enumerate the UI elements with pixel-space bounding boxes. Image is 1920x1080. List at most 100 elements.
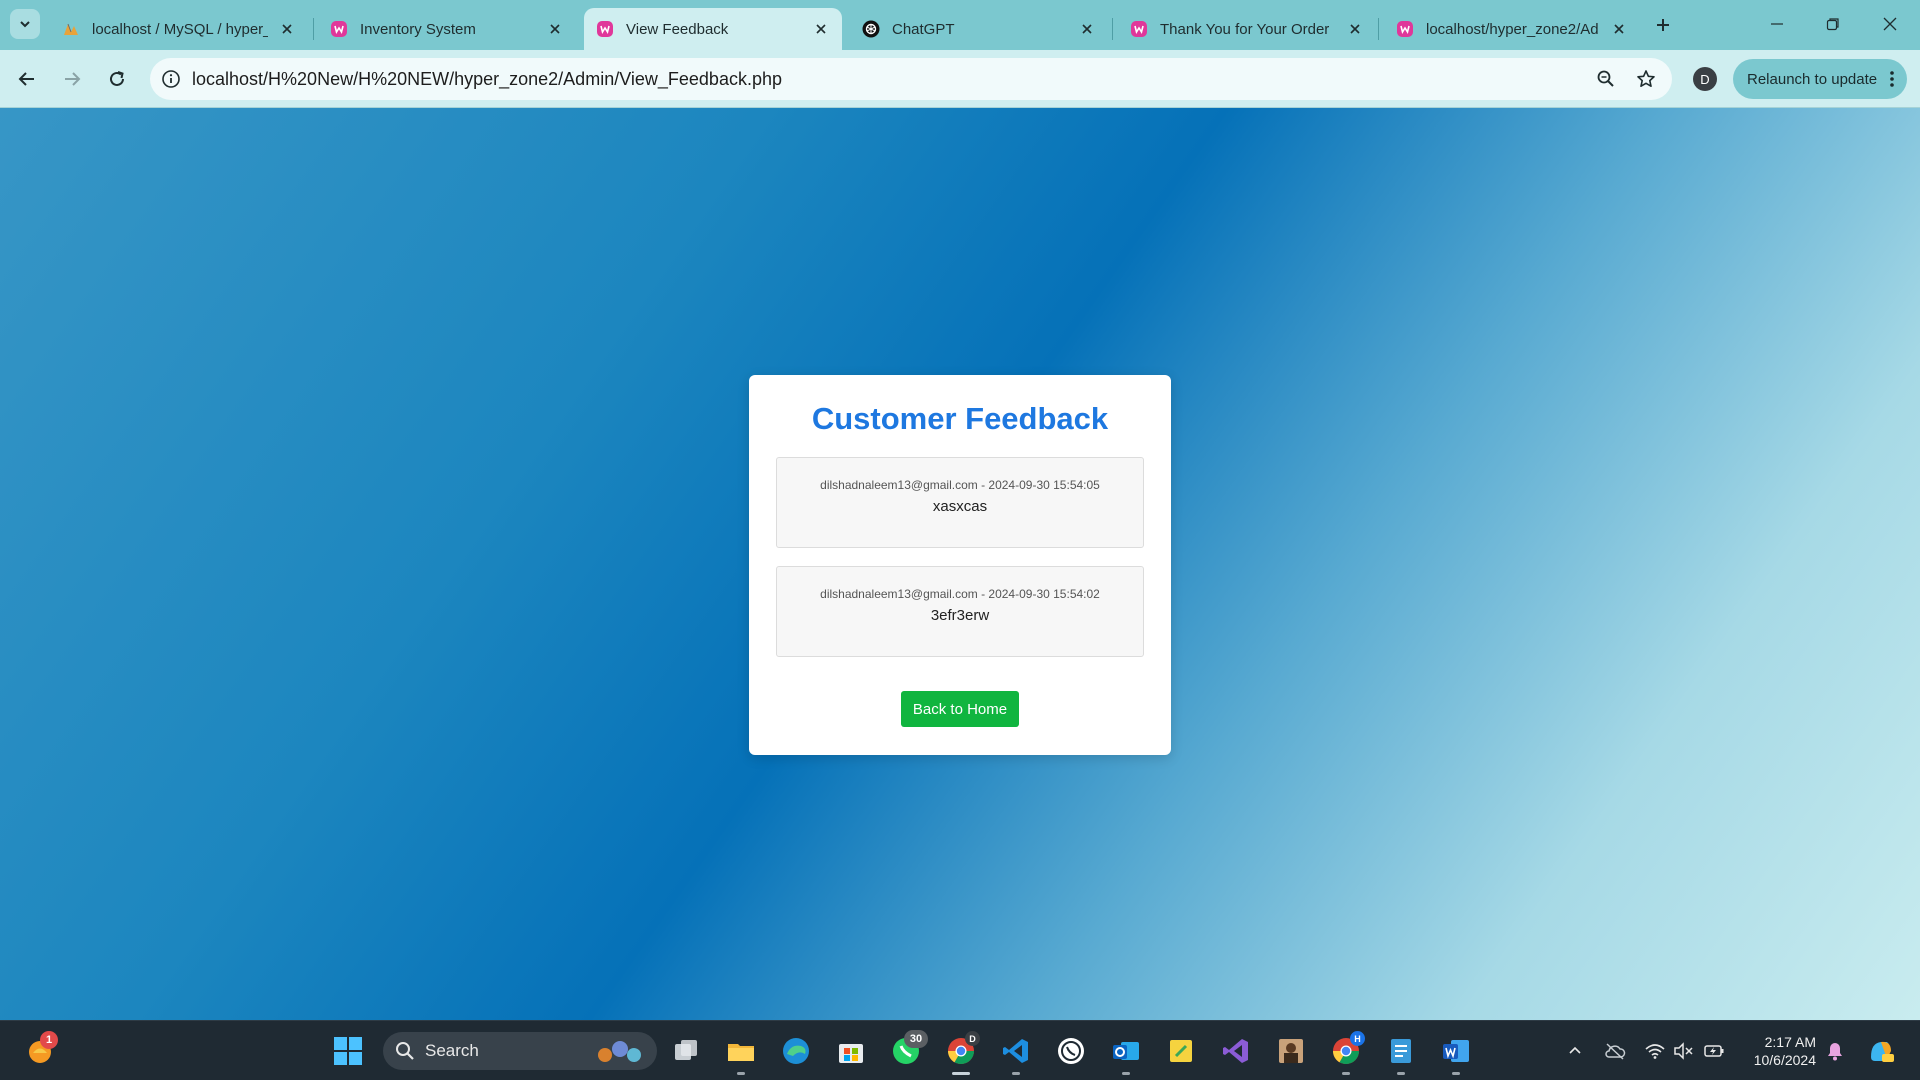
edge-icon[interactable] — [778, 1033, 814, 1069]
photo-app-icon[interactable] — [1273, 1033, 1309, 1069]
profile-avatar[interactable]: D — [1693, 67, 1717, 91]
whatsapp-beta-icon[interactable]: 30 — [888, 1030, 928, 1069]
search-label: Search — [425, 1041, 479, 1060]
file-explorer-icon[interactable] — [723, 1033, 759, 1069]
tab-separator — [313, 18, 314, 40]
close-icon[interactable] — [278, 20, 296, 38]
page-viewport: Customer Feedback dilshadnaleem13@gmail.… — [0, 108, 1920, 1020]
forward-button[interactable] — [57, 64, 87, 94]
windows-logo-icon — [334, 1037, 362, 1065]
tab-title: Inventory System — [360, 20, 476, 38]
close-icon[interactable] — [812, 20, 830, 38]
minimize-icon — [1771, 23, 1783, 25]
relaunch-to-update-button[interactable]: Relaunch to update — [1733, 59, 1907, 99]
tab-view-feedback[interactable]: View Feedback — [584, 8, 842, 50]
clock-date: 10/6/2024 — [1753, 1052, 1816, 1068]
new-tab-button[interactable] — [1650, 12, 1676, 38]
running-indicator — [1397, 1072, 1405, 1075]
close-window-button[interactable] — [1876, 10, 1904, 38]
notepad-icon[interactable] — [1383, 1033, 1419, 1069]
restore-icon — [1826, 18, 1839, 31]
chrome-profile-h-icon[interactable]: H — [1328, 1031, 1365, 1069]
wamp-icon — [1130, 20, 1148, 38]
chatgpt-icon — [862, 20, 880, 38]
volume-muted-icon[interactable] — [1672, 1039, 1696, 1063]
tab-chatgpt[interactable]: ChatGPT — [850, 8, 1108, 50]
clock-time: 2:17 AM — [1764, 1034, 1816, 1050]
copilot-icon[interactable] — [1866, 1036, 1896, 1066]
taskbar-search[interactable]: Search — [383, 1032, 657, 1070]
visual-studio-icon[interactable] — [1218, 1033, 1254, 1069]
arrow-right-icon — [65, 72, 81, 86]
system-clock[interactable]: 2:17 AM 10/6/2024 — [1740, 1033, 1816, 1069]
battery-charging-icon[interactable] — [1702, 1039, 1726, 1063]
page-title: Customer Feedback — [811, 401, 1109, 436]
wamp-icon — [330, 20, 348, 38]
tab-title: View Feedback — [626, 20, 729, 38]
running-indicator — [1452, 1072, 1460, 1075]
wamp-icon — [1396, 20, 1414, 38]
feedback-card: Customer Feedback dilshadnaleem13@gmail.… — [749, 375, 1171, 755]
word-icon[interactable] — [1438, 1033, 1474, 1069]
chrome-profile-badge: D — [965, 1031, 980, 1046]
zoom-icon[interactable] — [1586, 59, 1626, 99]
windows-taskbar: 1 Search 30 D H 2:17 AM 10/6/2024 — [0, 1020, 1920, 1080]
vscode-icon[interactable] — [998, 1033, 1034, 1069]
feedback-item: dilshadnaleem13@gmail.com - 2024-09-30 1… — [776, 566, 1144, 657]
tab-title: ChatGPT — [892, 20, 955, 38]
tab-strip: localhost / MySQL / hyper_ Inventory Sys… — [0, 0, 1920, 50]
address-bar[interactable]: localhost/H%20New/H%20NEW/hyper_zone2/Ad… — [150, 58, 1672, 100]
plus-icon — [1657, 19, 1669, 31]
arrow-left-icon — [18, 72, 34, 86]
restore-button[interactable] — [1819, 10, 1847, 38]
back-to-home-button[interactable]: Back to Home — [901, 691, 1019, 727]
reload-button[interactable] — [102, 64, 132, 94]
tab-separator — [1378, 18, 1379, 40]
running-indicator — [1122, 1072, 1130, 1075]
bookmark-star-icon[interactable] — [1626, 59, 1666, 99]
tab-search-button[interactable] — [10, 9, 40, 39]
tab-thank-you-order[interactable]: Thank You for Your Order — [1118, 8, 1376, 50]
search-highlight-icon — [593, 1037, 645, 1070]
show-hidden-icons-chevron-up-icon[interactable] — [1563, 1039, 1587, 1063]
feedback-meta: dilshadnaleem13@gmail.com - 2024-09-30 1… — [820, 587, 1100, 601]
more-options-icon — [1889, 69, 1895, 93]
widgets-weather-icon[interactable]: 1 — [22, 1031, 58, 1069]
running-indicator — [737, 1072, 745, 1075]
onedrive-offline-icon[interactable] — [1603, 1039, 1627, 1063]
phpmyadmin-icon — [62, 20, 80, 38]
microsoft-store-icon[interactable] — [833, 1033, 869, 1069]
feedback-message: 3efr3erw — [930, 607, 990, 624]
relaunch-label: Relaunch to update — [1747, 70, 1878, 88]
whatsapp-badge: 30 — [904, 1030, 928, 1048]
notification-bell-icon[interactable] — [1823, 1039, 1847, 1063]
feedback-meta: dilshadnaleem13@gmail.com - 2024-09-30 1… — [820, 478, 1100, 492]
start-button[interactable] — [330, 1033, 366, 1069]
chevron-down-icon — [20, 21, 30, 28]
close-icon[interactable] — [1610, 20, 1628, 38]
feedback-message: xasxcas — [932, 498, 988, 515]
url-text[interactable]: localhost/H%20New/H%20NEW/hyper_zone2/Ad… — [192, 69, 1586, 90]
running-indicator — [1012, 1072, 1020, 1075]
chrome-icon[interactable]: D — [943, 1031, 980, 1069]
wifi-icon[interactable] — [1643, 1039, 1667, 1063]
wamp-icon — [596, 20, 614, 38]
site-info-icon[interactable] — [150, 58, 192, 100]
tab-phpmyadmin[interactable]: localhost / MySQL / hyper_ — [50, 8, 308, 50]
outlook-icon[interactable] — [1108, 1033, 1144, 1069]
sticky-notes-icon[interactable] — [1163, 1033, 1199, 1069]
tab-hyper-zone-admin[interactable]: localhost/hyper_zone2/Ad — [1384, 8, 1640, 50]
active-indicator — [952, 1072, 970, 1075]
tab-title: Thank You for Your Order — [1160, 20, 1330, 38]
close-icon[interactable] — [1346, 20, 1364, 38]
tab-inventory-system[interactable]: Inventory System — [318, 8, 576, 50]
task-view-icon[interactable] — [668, 1033, 704, 1069]
close-icon[interactable] — [1078, 20, 1096, 38]
running-indicator — [1342, 1072, 1350, 1075]
minimize-button[interactable] — [1763, 10, 1791, 38]
feedback-item: dilshadnaleem13@gmail.com - 2024-09-30 1… — [776, 457, 1144, 548]
back-button[interactable] — [12, 64, 42, 94]
close-icon[interactable] — [546, 20, 564, 38]
whatsapp-icon[interactable] — [1053, 1033, 1089, 1069]
widgets-badge: 1 — [40, 1031, 58, 1049]
